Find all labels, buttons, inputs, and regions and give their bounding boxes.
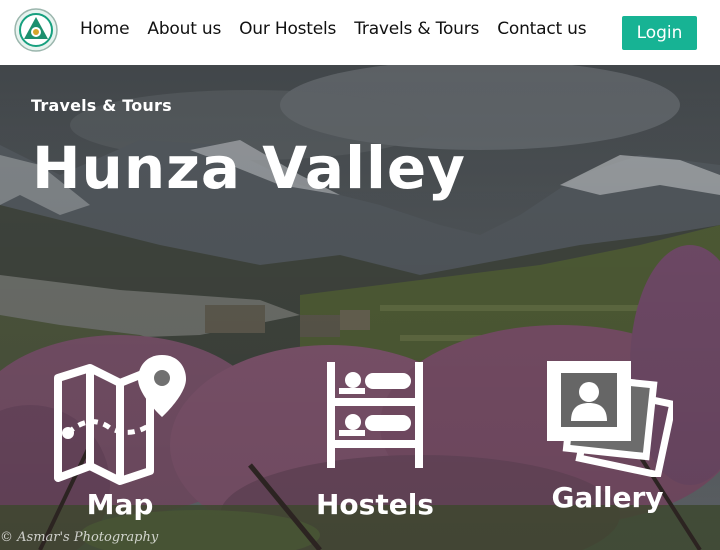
feature-hostels-label: Hostels — [316, 488, 434, 521]
hero-subtitle: Travels & Tours — [31, 96, 172, 115]
logo-emblem-icon[interactable] — [14, 8, 58, 52]
nav-link-about-us[interactable]: About us — [147, 19, 221, 39]
nav-link-travels-tours[interactable]: Travels & Tours — [354, 19, 479, 39]
bunk-bed-icon — [327, 362, 423, 468]
nav-links: Home About us Our Hostels Travels & Tour… — [80, 0, 604, 58]
login-button[interactable]: Login — [622, 16, 697, 50]
nav-link-our-hostels[interactable]: Our Hostels — [239, 19, 336, 39]
feature-map[interactable]: Map — [50, 353, 190, 521]
photo-watermark: © Asmar's Photography — [0, 530, 159, 545]
feature-hostels[interactable]: Hostels — [305, 360, 445, 521]
nav-link-home[interactable]: Home — [80, 19, 130, 39]
feature-gallery[interactable]: Gallery — [540, 357, 675, 514]
photo-gallery-icon — [546, 361, 673, 477]
top-navbar: Home About us Our Hostels Travels & Tour… — [0, 0, 720, 64]
nav-link-contact-us[interactable]: Contact us — [497, 19, 586, 39]
feature-map-label: Map — [86, 488, 154, 521]
map-icon — [54, 355, 186, 485]
hero-banner: Travels & Tours Hunza Valley Map Hostels… — [0, 65, 720, 550]
feature-gallery-label: Gallery — [551, 481, 664, 514]
hero-title: Hunza Valley — [32, 134, 466, 202]
